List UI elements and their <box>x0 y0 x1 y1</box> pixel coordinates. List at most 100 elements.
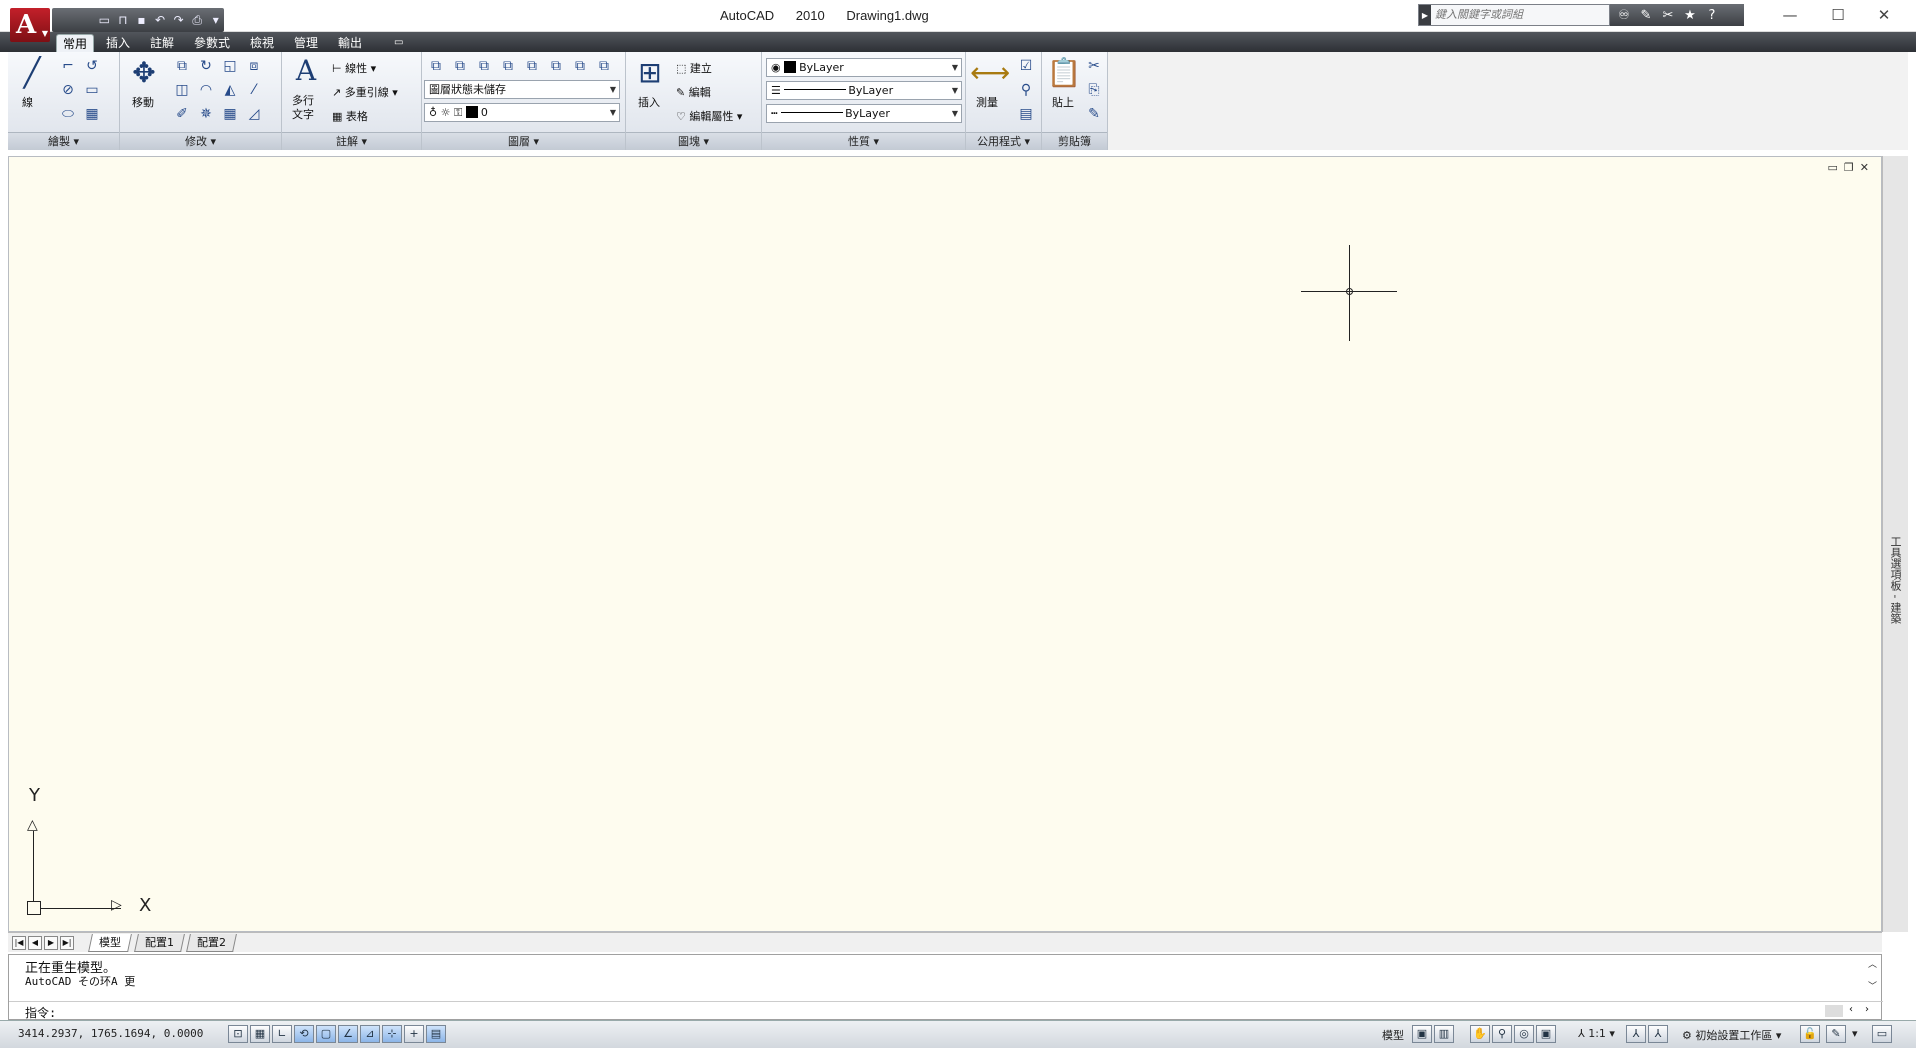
erase-icon[interactable]: ✐ <box>172 104 192 124</box>
quick-view-layouts-icon[interactable]: ▣ <box>1412 1025 1432 1043</box>
multileader-button[interactable]: ↗ 多重引線 ▾ <box>332 84 398 100</box>
doc-close-icon[interactable]: ✕ <box>1860 161 1869 174</box>
stretch-icon[interactable]: ◫ <box>172 80 192 100</box>
new-icon[interactable]: ▭ <box>96 11 113 29</box>
create-block-button[interactable]: ⬚ 建立 <box>676 60 712 76</box>
pan-icon[interactable]: ✋ <box>1470 1025 1490 1043</box>
first-layout-icon[interactable]: |◀ <box>12 936 26 950</box>
tab-model[interactable]: 模型 <box>88 934 132 952</box>
scale-icon[interactable]: ◱ <box>220 56 240 76</box>
panel-title-utilities[interactable]: 公用程式 ▾ <box>966 132 1041 150</box>
doc-restore-icon[interactable]: ❐ <box>1844 161 1854 174</box>
layer-freeze-icon[interactable]: ⧉ <box>498 56 518 76</box>
undo-icon[interactable]: ↶ <box>152 11 169 29</box>
quick-view-drawings-icon[interactable]: ▥ <box>1434 1025 1454 1043</box>
line-icon[interactable]: ╱ <box>14 56 50 90</box>
copy-icon[interactable]: ⎘ <box>1084 80 1104 100</box>
edit-block-button[interactable]: ✎ 編輯 <box>676 84 711 100</box>
hatch-icon[interactable]: ▦ <box>82 104 102 124</box>
layer-lock-icon[interactable]: ⧉ <box>522 56 542 76</box>
layer-isolate-icon[interactable]: ⧉ <box>450 56 470 76</box>
coordinate-readout[interactable]: 3414.2937, 1765.1694, 0.0000 <box>18 1027 203 1040</box>
doc-minimize-icon[interactable]: ▭ <box>1828 161 1838 174</box>
auto-scale-icon[interactable]: ⅄ <box>1648 1025 1668 1043</box>
layer-state-dropdown[interactable]: 圖層狀態未儲存 ▼ <box>424 80 620 99</box>
layer-previous-icon[interactable]: ⧉ <box>570 56 590 76</box>
match-properties-icon[interactable]: ✎ <box>1084 104 1104 124</box>
panel-title-properties[interactable]: 性質 ▾ <box>762 132 965 150</box>
insert-block-icon[interactable]: ⊞ <box>632 56 668 90</box>
tab-insert[interactable]: 插入 <box>100 34 136 52</box>
layer-properties-icon[interactable]: ⧉ <box>426 56 446 76</box>
ribbon-minimize-icon[interactable]: ▭ <box>388 34 409 52</box>
ortho-icon[interactable]: ∟ <box>272 1025 292 1043</box>
circle-icon[interactable]: ⊘ <box>58 80 78 100</box>
annotation-scale[interactable]: ⅄ 1:1 ▾ <box>1578 1027 1615 1040</box>
clean-screen-icon[interactable]: ▭ <box>1872 1025 1892 1043</box>
scroll-down-icon[interactable]: ﹀ <box>1868 979 1877 992</box>
wrench-icon[interactable]: ✎ <box>1638 8 1654 23</box>
open-icon[interactable]: ⊓ <box>115 11 132 29</box>
tool-palettes-strip[interactable]: 工具選項板 - 建築 <box>1882 156 1908 932</box>
cut-icon[interactable]: ✂ <box>1084 56 1104 76</box>
ellipse-icon[interactable]: ⬭ <box>58 104 78 124</box>
tab-layout1[interactable]: 配置1 <box>134 934 185 952</box>
command-input[interactable] <box>69 1003 1569 1019</box>
explode-icon[interactable]: ✵ <box>196 104 216 124</box>
offset-icon[interactable]: ⧈ <box>244 56 264 76</box>
qat-customize-icon[interactable]: ▾ <box>207 11 224 29</box>
layer-off-icon[interactable]: ⧉ <box>474 56 494 76</box>
color-dropdown[interactable]: ◉ ByLayer ▼ <box>766 58 962 77</box>
last-layout-icon[interactable]: ▶| <box>60 936 74 950</box>
drawing-canvas[interactable]: ▭ ❐ ✕ △ ▷ X Y <box>8 156 1882 932</box>
rectangle-icon[interactable]: ▭ <box>82 80 102 100</box>
linear-dimension-button[interactable]: ⊢ 線性 ▾ <box>332 60 376 76</box>
horizontal-scrollbar-thumb[interactable] <box>1825 1005 1843 1017</box>
panel-title-layers[interactable]: 圖層 ▾ <box>422 132 625 150</box>
select-similar-icon[interactable]: ⚲ <box>1016 80 1036 100</box>
panel-title-annotation[interactable]: 註解 ▾ <box>282 132 421 150</box>
tab-layout2[interactable]: 配置2 <box>186 934 237 952</box>
hardware-acceleration-icon[interactable]: ✎ <box>1826 1025 1846 1043</box>
object-snap-icon[interactable]: ▢ <box>316 1025 336 1043</box>
arc-icon[interactable]: ↺ <box>82 56 102 76</box>
panel-title-modify[interactable]: 修改 ▾ <box>120 132 281 150</box>
dynamic-ucs-icon[interactable]: ⊿ <box>360 1025 380 1043</box>
minimize-icon[interactable]: — <box>1770 4 1810 26</box>
mtext-icon[interactable]: A <box>288 54 324 88</box>
move-icon[interactable]: ✥ <box>126 56 162 90</box>
previous-layout-icon[interactable]: ◀ <box>28 936 42 950</box>
quick-select-icon[interactable]: ☑ <box>1016 56 1036 76</box>
favorites-icon[interactable]: ★ <box>1682 8 1698 23</box>
infer-constraints-icon[interactable]: ⊡ <box>228 1025 248 1043</box>
table-button[interactable]: ▦ 表格 <box>332 108 368 124</box>
tab-output[interactable]: 輸出 <box>332 34 368 52</box>
model-space-button[interactable]: 模型 <box>1382 1027 1404 1043</box>
grid-icon[interactable]: ▦ <box>250 1025 270 1043</box>
layer-dropdown[interactable]: ♁ ☼ ⚿ 0 ▼ <box>424 103 620 122</box>
toolbar-lock-icon[interactable]: 🔓 <box>1800 1025 1820 1043</box>
snap-tracking-icon[interactable]: ∠ <box>338 1025 358 1043</box>
scroll-up-icon[interactable]: ︿ <box>1868 957 1877 970</box>
fillet-icon[interactable]: ◠ <box>196 80 216 100</box>
plot-icon[interactable]: ⎙ <box>189 11 206 29</box>
quick-properties-icon[interactable]: ▤ <box>426 1025 446 1043</box>
copy-object-icon[interactable]: ⧉ <box>172 56 192 76</box>
search-expand-icon[interactable]: ▶ <box>1419 5 1431 25</box>
rotate-icon[interactable]: ↻ <box>196 56 216 76</box>
tab-view[interactable]: 檢視 <box>244 34 280 52</box>
panel-title-clipboard[interactable]: 剪貼簿 <box>1042 132 1107 150</box>
edit-attributes-button[interactable]: ♡ 編輯屬性 ▾ <box>676 108 742 124</box>
redo-icon[interactable]: ↷ <box>170 11 187 29</box>
lineweight-toggle-icon[interactable]: + <box>404 1025 424 1043</box>
layer-match-icon[interactable]: ⧉ <box>546 56 566 76</box>
application-menu-button[interactable]: A ▼ <box>10 8 50 42</box>
annotation-visibility-icon[interactable]: ⅄ <box>1626 1025 1646 1043</box>
calculator-icon[interactable]: ▤ <box>1016 104 1036 124</box>
paste-icon[interactable]: 📋 <box>1046 56 1082 90</box>
dynamic-input-icon[interactable]: ⊹ <box>382 1025 402 1043</box>
tab-annotate[interactable]: 註解 <box>144 34 180 52</box>
status-bar-menu-icon[interactable]: ▾ <box>1852 1027 1858 1040</box>
tab-manage[interactable]: 管理 <box>288 34 324 52</box>
layer-walk-icon[interactable]: ⧉ <box>594 56 614 76</box>
